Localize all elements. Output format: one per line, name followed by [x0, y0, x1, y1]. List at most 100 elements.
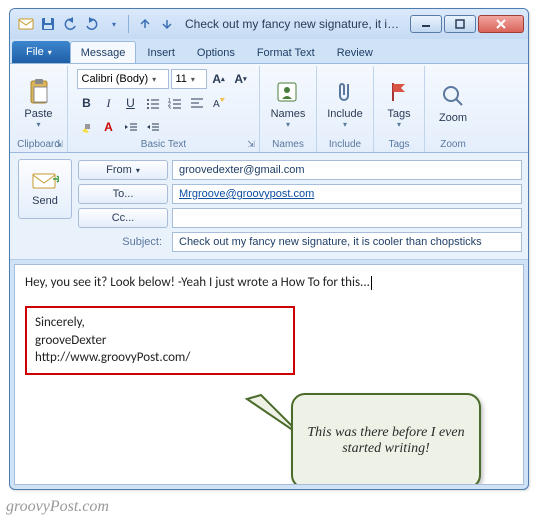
italic-button[interactable]: I	[99, 93, 119, 113]
redo-icon[interactable]	[82, 14, 102, 34]
cc-label: Cc...	[112, 212, 135, 224]
envelope-icon	[31, 171, 59, 191]
font-size-value: 11	[176, 73, 187, 85]
signature-line: grooveDexter	[35, 332, 285, 350]
names-button[interactable]: Names ▾	[264, 76, 312, 131]
message-headers: Send From ▾ groovedexter@gmail.com To...…	[10, 153, 528, 260]
tab-options[interactable]: Options	[186, 41, 246, 63]
to-label: To...	[113, 188, 134, 200]
include-button[interactable]: Include ▾	[321, 76, 369, 131]
ribbon-tab-strip: File ▾ Message Insert Options Format Tex…	[10, 39, 528, 63]
app-icon[interactable]	[16, 14, 36, 34]
address-book-icon	[274, 78, 302, 106]
quick-access-toolbar: ▾	[16, 14, 124, 34]
zoom-button[interactable]: Zoom	[429, 80, 477, 126]
chevron-down-icon: ▾	[286, 120, 290, 129]
tags-button[interactable]: Tags ▾	[378, 76, 420, 131]
tab-review[interactable]: Review	[326, 41, 384, 63]
message-body[interactable]: Hey, you see it? Look below! -Yeah I jus…	[15, 265, 523, 484]
svg-text:A: A	[213, 99, 220, 110]
tab-label: Review	[337, 47, 373, 59]
increase-indent-button[interactable]	[143, 117, 163, 137]
tab-label: Message	[81, 47, 126, 59]
paste-label: Paste	[24, 108, 52, 120]
annotation-callout: This was there before I even started wri…	[291, 393, 481, 484]
chevron-down-icon: ▾	[152, 75, 156, 84]
from-label: From	[106, 164, 132, 176]
from-field[interactable]: groovedexter@gmail.com	[172, 160, 522, 180]
undo-icon[interactable]	[60, 14, 80, 34]
font-name-select[interactable]: Calibri (Body)▾	[77, 69, 169, 89]
magnifier-icon	[439, 82, 467, 110]
ribbon-group-tags: Tags ▾ Tags	[374, 66, 425, 152]
body-text-line: Hey, you see it? Look below! -Yeah I jus…	[25, 275, 509, 290]
svg-text:3: 3	[168, 106, 171, 109]
tab-file-label: File	[26, 46, 44, 58]
outlook-compose-window: ▾ Check out my fancy new signature, it i…	[9, 8, 529, 490]
paste-button[interactable]: Paste ▾	[15, 76, 63, 131]
minimize-button[interactable]	[410, 15, 442, 33]
names-label: Names	[271, 108, 306, 120]
include-label: Include	[327, 108, 362, 120]
group-label: Include	[321, 138, 369, 152]
chevron-down-icon: ▾	[397, 120, 401, 129]
ribbon-group-clipboard: Paste ▾ Clipboard ⇲	[10, 66, 68, 152]
cc-button[interactable]: Cc...	[78, 208, 168, 228]
qat-customize-icon[interactable]: ▾	[104, 14, 124, 34]
signature-line: http://www.groovyPost.com/	[35, 349, 285, 367]
to-field[interactable]: Mrgroove@groovypost.com	[172, 184, 522, 204]
dialog-launcher-icon[interactable]: ⇲	[245, 138, 257, 150]
dialog-launcher-icon[interactable]: ⇲	[53, 138, 65, 150]
clear-formatting-button[interactable]: A	[209, 93, 229, 113]
send-label: Send	[32, 195, 58, 207]
group-label: Zoom	[429, 138, 477, 152]
chevron-down-icon: ▾	[343, 120, 347, 129]
cc-field[interactable]	[172, 208, 522, 228]
decrease-indent-button[interactable]	[121, 117, 141, 137]
titlebar-separator	[128, 15, 129, 33]
subject-label: Subject:	[78, 236, 168, 248]
bullets-button[interactable]	[143, 93, 163, 113]
flag-icon	[385, 78, 413, 106]
ribbon-group-names: Names ▾ Names	[260, 66, 317, 152]
tab-message[interactable]: Message	[70, 41, 137, 63]
window-title: Check out my fancy new signature, it is …	[177, 17, 408, 31]
body-line-content: Hey, you see it? Look below! -Yeah I jus…	[25, 275, 370, 290]
send-button[interactable]: Send	[18, 159, 72, 219]
subject-field[interactable]: Check out my fancy new signature, it is …	[172, 232, 522, 252]
bold-button[interactable]: B	[77, 93, 97, 113]
titlebar: ▾ Check out my fancy new signature, it i…	[10, 9, 528, 39]
clipboard-icon	[25, 78, 53, 106]
next-item-icon[interactable]	[157, 14, 177, 34]
highlight-button[interactable]	[77, 117, 97, 137]
subject-value: Check out my fancy new signature, it is …	[179, 236, 482, 248]
maximize-button[interactable]	[444, 15, 476, 33]
align-button[interactable]	[187, 93, 207, 113]
underline-button[interactable]: U	[121, 93, 141, 113]
group-label: Basic Text	[72, 138, 255, 152]
ribbon-group-basic-text: Calibri (Body)▾ 11▾ A▴ A▾ B I U 123 A	[68, 66, 260, 152]
close-button[interactable]	[478, 15, 524, 33]
grow-font-button[interactable]: A▴	[209, 69, 229, 89]
save-icon[interactable]	[38, 14, 58, 34]
tags-label: Tags	[387, 108, 410, 120]
callout-text: This was there before I even started wri…	[307, 425, 465, 457]
tab-file[interactable]: File ▾	[12, 41, 70, 63]
text-cursor	[371, 276, 372, 290]
from-button[interactable]: From ▾	[78, 160, 168, 180]
tab-label: Options	[197, 47, 235, 59]
previous-item-icon[interactable]	[135, 14, 155, 34]
tab-format-text[interactable]: Format Text	[246, 41, 326, 63]
chevron-down-icon: ▾	[191, 75, 195, 84]
font-name-value: Calibri (Body)	[82, 73, 149, 85]
group-label: Tags	[378, 138, 420, 152]
to-value: Mrgroove@groovypost.com	[179, 188, 314, 200]
font-size-select[interactable]: 11 ▾	[171, 69, 207, 89]
signature-highlight-box: Sincerely, grooveDexter http://www.groov…	[25, 306, 295, 375]
numbering-button[interactable]: 123	[165, 93, 185, 113]
to-button[interactable]: To...	[78, 184, 168, 204]
ribbon: Paste ▾ Clipboard ⇲ Calibri (Body)▾ 11▾ …	[10, 63, 528, 153]
font-color-button[interactable]: A	[99, 117, 119, 137]
shrink-font-button[interactable]: A▾	[231, 69, 251, 89]
tab-insert[interactable]: Insert	[136, 41, 186, 63]
